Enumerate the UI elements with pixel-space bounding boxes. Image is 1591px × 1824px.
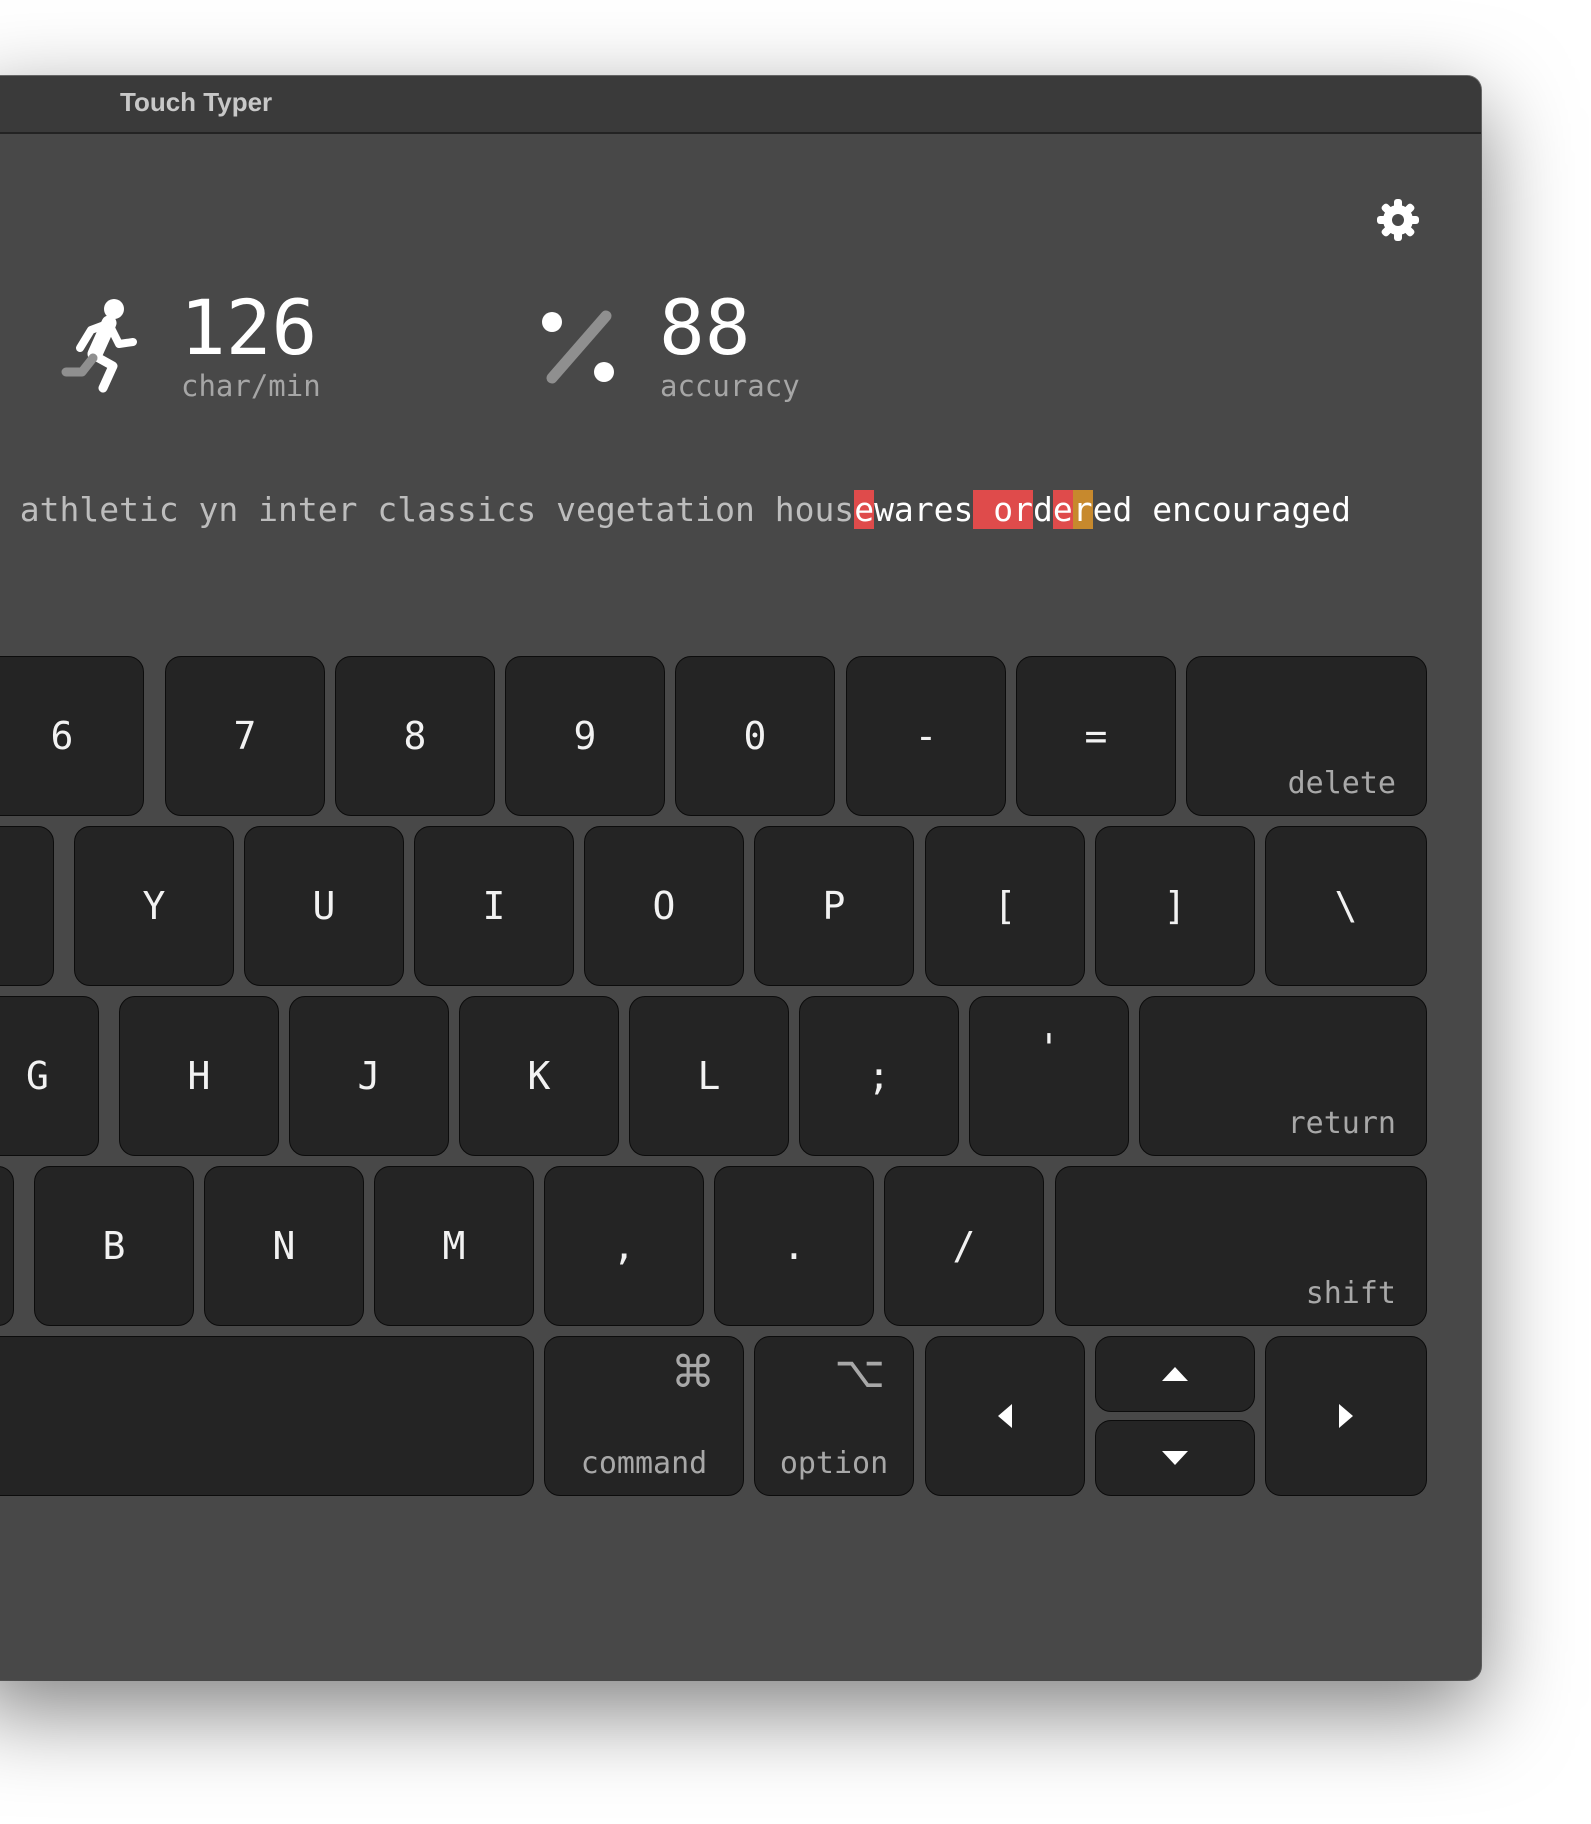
key-label: shift xyxy=(1305,1276,1396,1311)
key[interactable]: . xyxy=(714,1166,874,1326)
key[interactable]: = xyxy=(1016,656,1176,816)
error-char: or xyxy=(973,490,1034,529)
arrow-up-key[interactable] xyxy=(1095,1336,1255,1412)
key-label: delete xyxy=(1287,766,1396,801)
warning-char: r xyxy=(1072,490,1093,529)
speed-value: 126 xyxy=(180,283,318,372)
key[interactable]: K xyxy=(459,996,619,1156)
key-label: N xyxy=(272,1224,296,1268)
key-label: , xyxy=(612,1224,636,1268)
key[interactable]: H xyxy=(119,996,279,1156)
option-key[interactable]: ⌥ option xyxy=(754,1336,914,1496)
key[interactable]: G xyxy=(0,996,99,1156)
key-label: [ xyxy=(993,884,1017,928)
running-person-icon xyxy=(61,299,137,393)
app-window: Touch Typer 126 char/min 88 accuracy n a… xyxy=(0,76,1481,1680)
key-label: L xyxy=(697,1054,721,1098)
key[interactable]: , xyxy=(544,1166,704,1326)
key-label: J xyxy=(357,1054,381,1098)
key[interactable]: 9 xyxy=(505,656,665,816)
key[interactable]: U xyxy=(244,826,404,986)
key-label: 8 xyxy=(403,714,427,758)
arrow-left-icon xyxy=(998,1404,1012,1428)
key-label: . xyxy=(782,1224,806,1268)
return-key[interactable]: return xyxy=(1139,996,1427,1156)
key-label: ' xyxy=(1037,1025,1061,1070)
command-icon: ⌘ xyxy=(671,1347,715,1398)
key[interactable]: [ xyxy=(925,826,1085,986)
key[interactable]: ' xyxy=(969,996,1129,1156)
accuracy-value: 88 xyxy=(659,283,751,372)
key[interactable]: Y xyxy=(74,826,234,986)
key-label: 0 xyxy=(743,714,767,758)
key[interactable]: / xyxy=(884,1166,1044,1326)
key[interactable]: 6 xyxy=(0,656,144,816)
option-icon: ⌥ xyxy=(834,1347,885,1398)
current-text: d xyxy=(1033,490,1053,529)
key-label: I xyxy=(482,884,506,928)
shift-key[interactable]: shift xyxy=(1055,1166,1427,1326)
key[interactable]: L xyxy=(629,996,789,1156)
key-label: / xyxy=(952,1224,976,1268)
error-char: e xyxy=(1052,490,1073,529)
key-label: ; xyxy=(867,1054,891,1098)
key-label: P xyxy=(822,884,846,928)
percent-icon xyxy=(542,310,614,384)
key[interactable]: P xyxy=(754,826,914,986)
key[interactable]: M xyxy=(374,1166,534,1326)
key[interactable]: \ xyxy=(1265,826,1427,986)
key-label: 7 xyxy=(233,714,257,758)
key[interactable]: O xyxy=(584,826,744,986)
key[interactable]: ] xyxy=(1095,826,1255,986)
arrow-up-icon xyxy=(1162,1367,1188,1381)
key-label: ] xyxy=(1163,884,1187,928)
typing-line: n athletic yn inter classics vegetation … xyxy=(0,486,1351,534)
window-title: Touch Typer xyxy=(120,87,273,117)
key[interactable]: J xyxy=(289,996,449,1156)
key-label: G xyxy=(26,1054,49,1098)
command-key[interactable]: ⌘ command xyxy=(544,1336,744,1496)
accuracy-label: accuracy xyxy=(660,369,800,403)
typed-words: n athletic yn inter classics vegetation … xyxy=(0,490,855,529)
current-text: ed xyxy=(1092,490,1133,529)
key[interactable]: ; xyxy=(799,996,959,1156)
key[interactable]: 7 xyxy=(165,656,325,816)
key-label: - xyxy=(914,714,938,758)
key-label: H xyxy=(187,1054,211,1098)
arrow-down-icon xyxy=(1162,1451,1188,1465)
delete-key[interactable]: delete xyxy=(1186,656,1427,816)
error-char: e xyxy=(854,490,875,529)
key-label: \ xyxy=(1334,884,1358,928)
space-key[interactable] xyxy=(0,1336,534,1496)
arrow-left-key[interactable] xyxy=(925,1336,1085,1496)
title-bar[interactable]: Touch Typer xyxy=(0,76,1481,134)
key-label: command xyxy=(580,1446,708,1481)
key[interactable] xyxy=(0,1166,14,1326)
arrow-right-icon xyxy=(1339,1404,1353,1428)
key-label: option xyxy=(779,1446,889,1481)
key-label: 6 xyxy=(50,714,74,758)
key-label: 9 xyxy=(573,714,597,758)
key-label: return xyxy=(1287,1106,1396,1141)
key-label: K xyxy=(527,1054,551,1098)
key-label: B xyxy=(102,1224,126,1268)
key-label: O xyxy=(652,884,676,928)
key[interactable]: I xyxy=(414,826,574,986)
key-label: M xyxy=(442,1224,466,1268)
arrow-down-key[interactable] xyxy=(1095,1420,1255,1496)
key[interactable]: 8 xyxy=(335,656,495,816)
key-label: U xyxy=(312,884,336,928)
key[interactable]: - xyxy=(846,656,1006,816)
tab-key[interactable] xyxy=(0,826,54,986)
key[interactable]: 0 xyxy=(675,656,835,816)
key-label: Y xyxy=(142,884,166,928)
upcoming-words: encouraged xyxy=(1132,490,1351,529)
gear-icon[interactable] xyxy=(1375,197,1421,243)
key-label: = xyxy=(1084,714,1108,758)
arrow-right-key[interactable] xyxy=(1265,1336,1427,1496)
current-text: wares xyxy=(874,490,974,529)
key[interactable]: N xyxy=(204,1166,364,1326)
speed-label: char/min xyxy=(181,369,321,403)
key[interactable]: B xyxy=(34,1166,194,1326)
